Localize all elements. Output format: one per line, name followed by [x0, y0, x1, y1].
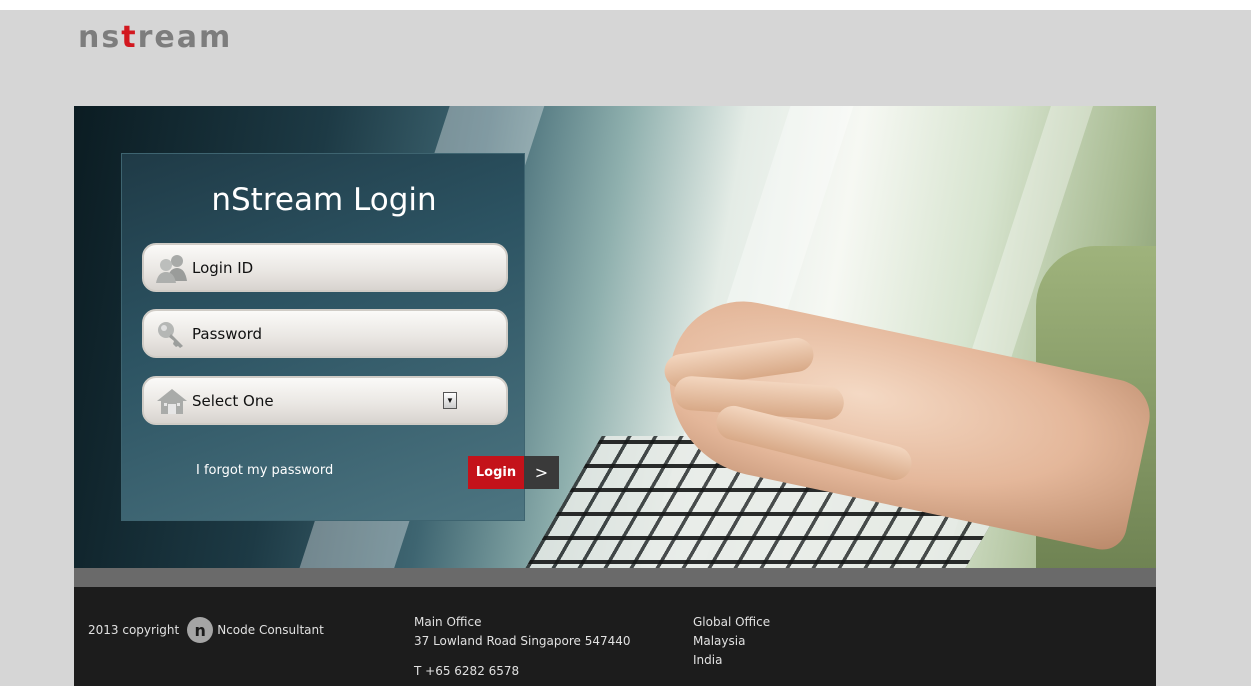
footer: 2013 copyright n Ncode Consultant Main O… — [74, 587, 1156, 686]
login-panel: nStream Login Login ID Password Select O… — [121, 153, 525, 521]
main-office-title: Main Office — [414, 615, 482, 629]
main-office-address: 37 Lowland Road Singapore 547440 — [414, 634, 631, 648]
logo-part-3: ream — [137, 20, 233, 55]
footer-divider — [74, 568, 1156, 587]
copyright: 2013 copyright n Ncode Consultant — [88, 617, 324, 643]
chevron-down-icon[interactable]: ▼ — [443, 392, 457, 409]
logo-part-1: ns — [78, 20, 122, 55]
nstream-logo: nstream — [78, 20, 232, 56]
main-office: Main Office 37 Lowland Road Singapore 54… — [414, 613, 631, 681]
top-strip — [0, 0, 1251, 10]
copyright-text: 2013 copyright — [88, 623, 180, 637]
logo-part-2: t — [121, 20, 138, 55]
users-icon — [152, 251, 192, 285]
login-id-placeholder: Login ID — [192, 258, 254, 277]
company-name: Ncode Consultant — [217, 623, 324, 637]
global-office: Global Office Malaysia India — [693, 613, 770, 670]
login-id-field[interactable]: Login ID — [142, 243, 508, 292]
office-select[interactable]: Select One ▼ — [142, 376, 508, 425]
global-office-location: Malaysia — [693, 634, 746, 648]
global-office-title: Global Office — [693, 615, 771, 629]
select-value: Select One — [192, 391, 274, 410]
login-button[interactable]: Login — [468, 456, 524, 489]
key-icon — [152, 317, 192, 351]
password-placeholder: Password — [192, 324, 263, 343]
chevron-right-icon[interactable]: > — [524, 456, 559, 489]
forgot-password-link[interactable]: I forgot my password — [196, 463, 333, 478]
ncode-logo-icon: n — [187, 617, 214, 643]
home-icon — [152, 384, 192, 418]
main-office-phone: T +65 6282 6578 — [414, 664, 520, 678]
global-office-location: India — [693, 653, 723, 667]
login-title: nStream Login — [211, 182, 437, 218]
password-field[interactable]: Password — [142, 309, 508, 358]
